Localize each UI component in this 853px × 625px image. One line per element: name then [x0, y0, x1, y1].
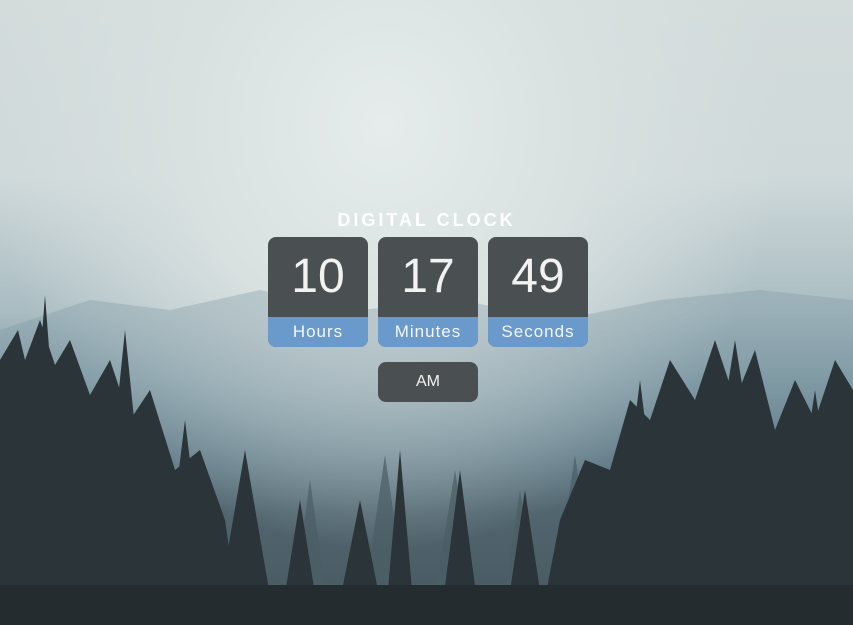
hours-value: 10 [291, 250, 345, 303]
hours-tile: 10 Hours [268, 237, 368, 347]
hours-label: Hours [268, 317, 368, 347]
period-indicator: AM [378, 362, 478, 402]
minutes-label: Minutes [378, 317, 478, 347]
seconds-tile: 49 Seconds [488, 237, 588, 347]
page-title: DIGITAL CLOCK [337, 210, 516, 230]
minutes-tile: 17 Minutes [378, 237, 478, 347]
minutes-value: 17 [401, 250, 455, 303]
seconds-label: Seconds [488, 317, 588, 347]
seconds-value: 49 [511, 250, 565, 303]
clock-display: 10 Hours 17 Minutes 49 Seconds [268, 237, 588, 347]
